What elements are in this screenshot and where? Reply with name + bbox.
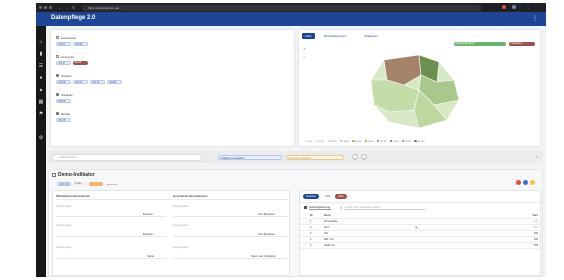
field-label: Detail-Angaben [173, 247, 189, 249]
window-maximize-icon[interactable] [49, 6, 52, 9]
divider [56, 199, 288, 200]
zoom-out-icon[interactable]: − [303, 54, 305, 59]
tab-gebiete[interactable]: Gebiete [303, 194, 319, 199]
extension-icon[interactable] [502, 5, 506, 9]
filter-chip[interactable]: SN 72 [90, 80, 105, 84]
group-checkbox-2[interactable] [56, 55, 59, 58]
status-dots: ●●●●●● [107, 183, 118, 186]
table-search-input[interactable]: Suche nach Gebietsteil, Name [345, 206, 425, 210]
zoom-in-icon[interactable]: + [303, 46, 305, 51]
choropleth-map[interactable] [359, 50, 469, 130]
window-close-icon[interactable] [39, 6, 42, 9]
filter-chip[interactable]: SN 51 [73, 80, 88, 84]
add-icon[interactable]: + [352, 154, 358, 160]
browser-window: ← → ↻ https://www.test.tde.de/... ⋮ Date… [36, 3, 546, 277]
public-info-title: Öffentliche Informationen [56, 194, 91, 198]
meta-chip-status[interactable] [89, 182, 103, 186]
tab-merkmalsgruppen[interactable]: Merkmalsgruppen [321, 33, 349, 39]
map-icon[interactable]: ▲ [39, 88, 44, 93]
side-rail: ⌂ ▮ ☰ ● ▲ ▦ ⚑ ⚙ [36, 26, 46, 277]
filter-group-label: Ortsteile [61, 74, 72, 78]
meta-chip-source[interactable]: Quelle [73, 182, 87, 186]
indicator-checkbox[interactable] [52, 173, 56, 177]
field-label: Detail-Angaben [56, 247, 72, 249]
layer-chip-merkmalsgruppen[interactable]: Merkmalsgruppen [454, 42, 506, 46]
flag-icon[interactable]: ⚑ [39, 112, 44, 117]
group-checkbox-4[interactable] [56, 93, 59, 96]
url-bar[interactable]: https://www.test.tde.de/... [82, 4, 482, 11]
window-minimize-icon[interactable] [44, 6, 47, 9]
indicator-search-input[interactable]: Indikator finden... [52, 153, 202, 161]
clear-icon[interactable]: × [361, 154, 367, 160]
field-label: Detail-Angaben [56, 206, 72, 208]
home-icon[interactable]: ⌂ [39, 40, 44, 45]
filter-group-label: Bezirke [61, 112, 71, 116]
screen-bezel-right [546, 0, 564, 280]
filter-chip-selected[interactable]: SN 96 [73, 61, 88, 65]
close-icon[interactable]: × [536, 154, 538, 159]
layers-icon[interactable]: ☰ [39, 64, 44, 69]
map-legend: 0-10 10-20 20-30 30-40 40-50 50-60 60-70… [304, 140, 424, 143]
area-filter-select[interactable]: Gebietsgliederung [309, 206, 331, 210]
filter-icon[interactable] [304, 206, 307, 209]
field-label: Detail-Angaben [173, 225, 189, 227]
filter-chip[interactable]: SN 96 [73, 42, 88, 46]
group-checkbox-5[interactable] [56, 112, 59, 115]
browser-chrome: ← → ↻ https://www.test.tde.de/... ⋮ [36, 3, 546, 12]
back-icon[interactable]: ← [58, 5, 62, 10]
filter-chip[interactable]: SN 45 [56, 80, 71, 84]
app-title: Datenpflege 2.0 [51, 15, 96, 21]
meta-chip-year[interactable]: 2015_06 [57, 182, 71, 186]
layer-chip-indikatoren[interactable]: Indikatoren [509, 42, 535, 46]
tab-indikatoren[interactable]: Indikatoren [361, 33, 381, 39]
more-vertical-icon[interactable]: ⋮ [532, 15, 538, 22]
tab-jahr[interactable]: Jahr [322, 194, 333, 199]
forward-icon[interactable]: → [65, 5, 69, 10]
action-icon-blue[interactable] [523, 180, 528, 185]
group-checkbox-1[interactable] [56, 36, 59, 39]
field-label: Detail-Angaben [173, 206, 189, 208]
indicator-panel: Demo-Indikator 2015_06 Quelle ●●●●●● Öff… [48, 169, 543, 277]
protected-info-title: Geschützte Informationen [173, 194, 208, 198]
tab-karte[interactable]: Karte [302, 33, 315, 39]
indicator-select-chip[interactable]: Indikatoren auswählen [218, 155, 282, 160]
group-checkbox-3[interactable] [56, 74, 59, 77]
filter-chip[interactable]: SN 89 [107, 80, 122, 84]
tab-wert[interactable]: Wert [335, 194, 347, 199]
indicator-title: Demo-Indikator [58, 172, 95, 178]
browser-menu-icon[interactable]: ⋮ [526, 4, 530, 9]
filter-chip[interactable]: SN 67 [56, 61, 71, 65]
filter-group-label: Gebietsteile [61, 36, 76, 40]
action-icon-red[interactable] [516, 180, 521, 185]
profile-icon[interactable] [512, 5, 516, 9]
action-icon-yellow[interactable] [530, 180, 535, 185]
data-table: Nr Name Wert 1 Ahrensfelde 300 2 Dorf ↖ … [300, 213, 542, 277]
filter-group-label: Stadtteile [61, 93, 73, 97]
filter-chip[interactable]: SN 67 [56, 42, 71, 46]
settings-icon[interactable]: ⚙ [39, 136, 44, 141]
feature-select-chip[interactable]: Merkmale auswählen [286, 155, 344, 160]
chart-icon[interactable]: ▮ [39, 52, 44, 57]
reload-icon[interactable]: ↻ [72, 5, 75, 10]
table-row[interactable]: 5 Stadt Ost 300 [300, 243, 542, 249]
search-bar-row: Indikator finden... Indikatoren auswähle… [48, 151, 543, 163]
field-label: Detail-Angaben [56, 225, 72, 227]
search-icon: ⚲ [340, 206, 343, 210]
data-table-card: Gebiete Jahr Wert Gebietsgliederung ⚲ Su… [299, 190, 542, 277]
filter-chip[interactable]: SN 55 [56, 118, 71, 122]
people-icon[interactable]: ● [39, 76, 44, 81]
info-card: Öffentliche Informationen Geschützte Inf… [52, 190, 290, 276]
screen-bezel-left [0, 0, 36, 280]
table-icon[interactable]: ▦ [39, 100, 44, 105]
filter-group-label: Gemeinde [61, 55, 74, 59]
filter-chip[interactable]: SN 55 [56, 99, 71, 103]
map-panel: Karte Merkmalsgruppen Indikatoren Merkma… [298, 29, 541, 147]
app-header: Datenpflege 2.0 ⋮ [36, 12, 546, 26]
filter-panel: Gebietsteile SN 67 SN 96 Gemeinde SN 67 … [50, 29, 295, 147]
